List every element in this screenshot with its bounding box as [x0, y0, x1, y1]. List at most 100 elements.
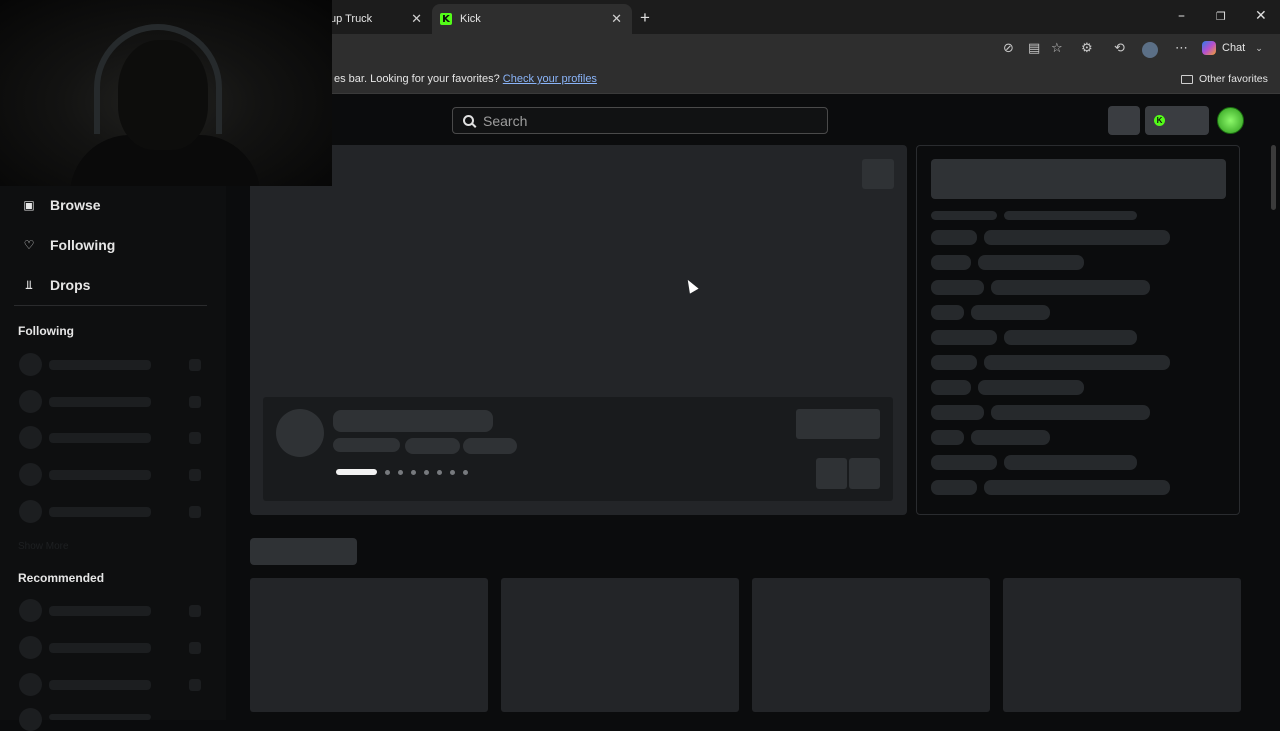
- row-skeleton: [971, 305, 1050, 320]
- row-skeleton: [931, 305, 964, 320]
- show-more-link[interactable]: Show More: [18, 541, 69, 552]
- watch-button-skeleton[interactable]: [796, 409, 880, 439]
- channel-name-skeleton: [49, 470, 151, 480]
- sidebar-item-browse[interactable]: ▣ Browse: [22, 197, 101, 213]
- row-skeleton: [991, 405, 1150, 420]
- carousel-dot[interactable]: [450, 469, 455, 475]
- channel-name-skeleton: [49, 507, 151, 517]
- other-favorites-button[interactable]: Other favorites: [1181, 73, 1268, 85]
- channel-name-skeleton: [49, 714, 151, 720]
- minimize-icon[interactable]: –: [1178, 8, 1185, 24]
- tab-kick[interactable]: K Kick ✕: [432, 4, 632, 34]
- carousel-dot-active[interactable]: [336, 469, 377, 475]
- reading-view-icon[interactable]: ▤: [1028, 41, 1040, 56]
- viewer-count-skeleton: [189, 679, 201, 691]
- sidebar-item-following[interactable]: ♡ Following: [22, 237, 116, 253]
- sidebar-item-label: Browse: [50, 197, 101, 213]
- carousel-dot[interactable]: [398, 469, 403, 475]
- row-skeleton: [1004, 330, 1137, 345]
- stream-card-skeleton[interactable]: [752, 578, 990, 712]
- folder-icon: [1181, 74, 1193, 84]
- viewer-count-skeleton: [189, 359, 201, 371]
- stream-tag-skeleton: [463, 438, 517, 454]
- favorites-message: es bar. Looking for your favorites? Chec…: [334, 73, 597, 85]
- check-profiles-link[interactable]: Check your profiles: [503, 73, 597, 85]
- recommended-heading: Recommended: [18, 571, 105, 585]
- header-button-placeholder[interactable]: [1108, 106, 1140, 135]
- sidebar-divider: [14, 305, 207, 306]
- history-icon[interactable]: ⟲: [1114, 41, 1125, 56]
- user-avatar[interactable]: [1217, 107, 1244, 134]
- close-window-icon[interactable]: ✕: [1255, 8, 1267, 24]
- carousel-next-skeleton[interactable]: [849, 458, 880, 489]
- kick-logo-icon: K: [440, 13, 452, 25]
- row-skeleton: [931, 480, 977, 495]
- channel-avatar-skeleton: [19, 500, 42, 523]
- tab-label: up Truck: [330, 13, 373, 25]
- channel-name-skeleton: [49, 606, 151, 616]
- carousel-dot[interactable]: [385, 469, 390, 475]
- search-placeholder: Search: [483, 112, 528, 129]
- row-skeleton: [978, 255, 1084, 270]
- stream-card-skeleton[interactable]: [501, 578, 739, 712]
- channel-avatar-skeleton: [19, 390, 42, 413]
- carousel-dot[interactable]: [424, 469, 429, 475]
- sidebar-item-label: Drops: [50, 277, 91, 293]
- channel-avatar-skeleton: [19, 463, 42, 486]
- row-skeleton: [931, 380, 971, 395]
- row-skeleton: [931, 405, 984, 420]
- stream-card-skeleton[interactable]: [1003, 578, 1241, 712]
- row-skeleton: [984, 230, 1170, 245]
- webcam-person-head: [118, 40, 208, 150]
- channel-name-skeleton: [49, 397, 151, 407]
- close-tab-icon[interactable]: ✕: [411, 11, 422, 27]
- carousel-prev-skeleton[interactable]: [816, 458, 847, 489]
- row-skeleton: [978, 380, 1084, 395]
- channel-name-skeleton: [49, 680, 151, 690]
- tab-label: Kick: [460, 13, 481, 25]
- more-menu-icon[interactable]: ⋯: [1175, 41, 1188, 56]
- row-skeleton: [971, 430, 1050, 445]
- row-skeleton: [1004, 211, 1137, 220]
- row-skeleton: [1004, 455, 1137, 470]
- carousel-dot[interactable]: [411, 469, 416, 475]
- chevron-down-icon: ⌄: [1255, 42, 1263, 53]
- copilot-icon: [1202, 41, 1216, 55]
- profile-icon[interactable]: [1142, 42, 1158, 58]
- sidebar-item-drops[interactable]: ⫫ Drops: [22, 277, 91, 293]
- viewer-count-skeleton: [189, 642, 201, 654]
- copilot-chat-button[interactable]: Chat ⌄: [1202, 41, 1263, 55]
- browse-icon: ▣: [23, 198, 35, 212]
- row-skeleton: [991, 280, 1150, 295]
- heart-icon: ♡: [23, 238, 35, 252]
- row-skeleton: [931, 230, 977, 245]
- row-skeleton: [984, 480, 1170, 495]
- hero-control-skeleton[interactable]: [862, 159, 894, 189]
- kick-points-button[interactable]: K: [1145, 106, 1209, 135]
- stream-card-skeleton[interactable]: [250, 578, 488, 712]
- channel-name-skeleton: [49, 433, 151, 443]
- favorite-star-icon[interactable]: ☆: [1051, 41, 1063, 56]
- viewer-count-skeleton: [189, 605, 201, 617]
- search-input[interactable]: Search: [452, 107, 828, 134]
- tab-pickup-truck[interactable]: up Truck ✕: [320, 4, 432, 34]
- carousel-dot[interactable]: [463, 469, 468, 475]
- carousel-dot[interactable]: [437, 469, 442, 475]
- channel-avatar-skeleton: [19, 636, 42, 659]
- row-skeleton: [931, 355, 977, 370]
- row-skeleton: [931, 430, 964, 445]
- close-tab-icon[interactable]: ✕: [611, 11, 622, 27]
- page-scrollbar[interactable]: [1271, 145, 1276, 210]
- drops-icon: ⫫: [25, 277, 33, 292]
- viewer-count-skeleton: [189, 396, 201, 408]
- restore-icon[interactable]: ❐: [1216, 10, 1226, 23]
- channel-avatar-skeleton: [19, 353, 42, 376]
- tracking-prevention-icon[interactable]: ⊘: [1003, 41, 1014, 56]
- row-skeleton: [984, 355, 1170, 370]
- row-skeleton: [931, 330, 997, 345]
- new-tab-icon[interactable]: +: [640, 8, 650, 28]
- search-icon: [463, 115, 474, 126]
- extensions-icon[interactable]: ⚙: [1081, 41, 1093, 56]
- row-skeleton: [931, 211, 997, 220]
- row-skeleton: [931, 280, 984, 295]
